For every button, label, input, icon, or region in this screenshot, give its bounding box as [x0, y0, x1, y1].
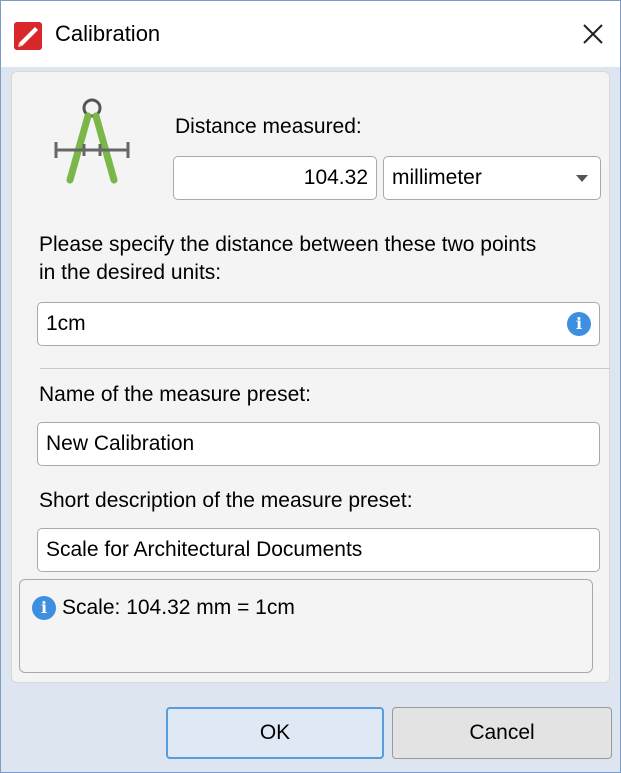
specify-distance-label-line2: in the desired units:: [39, 261, 222, 284]
info-icon[interactable]: i: [567, 312, 591, 336]
unit-dropdown-value: millimeter: [392, 166, 482, 189]
pdf-app-icon: [14, 22, 42, 50]
chevron-down-icon: [576, 175, 588, 182]
info-icon: i: [32, 596, 56, 620]
specify-distance-label-line1: Please specify the distance between thes…: [39, 233, 537, 256]
desired-distance-input[interactable]: 1cm i: [37, 302, 600, 346]
close-icon: [583, 24, 603, 44]
ok-button-label: OK: [259, 721, 291, 744]
unit-dropdown[interactable]: millimeter: [383, 156, 601, 200]
ok-button[interactable]: OK: [166, 707, 384, 759]
cancel-button-label: Cancel: [469, 721, 535, 744]
divider: [40, 368, 610, 369]
close-button[interactable]: [566, 9, 620, 59]
preset-name-input[interactable]: New Calibration: [37, 422, 600, 466]
calibration-dialog: Calibration Distance measured: 104.32 mi…: [0, 0, 621, 773]
scale-summary-box: i Scale: 104.32 mm = 1cm: [19, 579, 593, 673]
title-bar: Calibration: [1, 1, 620, 67]
distance-measured-label: Distance measured:: [175, 115, 362, 138]
desired-distance-value: 1cm: [46, 312, 86, 335]
dialog-body: Distance measured: 104.32 millimeter Ple…: [1, 67, 620, 772]
compass-icon: [54, 98, 130, 184]
distance-value-field[interactable]: 104.32: [173, 156, 377, 200]
preset-description-input[interactable]: Scale for Architectural Documents: [37, 528, 600, 572]
scale-summary-text: Scale: 104.32 mm = 1cm: [62, 596, 295, 619]
preset-name-label: Name of the measure preset:: [39, 383, 311, 406]
cancel-button[interactable]: Cancel: [392, 707, 612, 759]
window-title: Calibration: [55, 21, 161, 46]
preset-description-label: Short description of the measure preset:: [39, 489, 413, 512]
